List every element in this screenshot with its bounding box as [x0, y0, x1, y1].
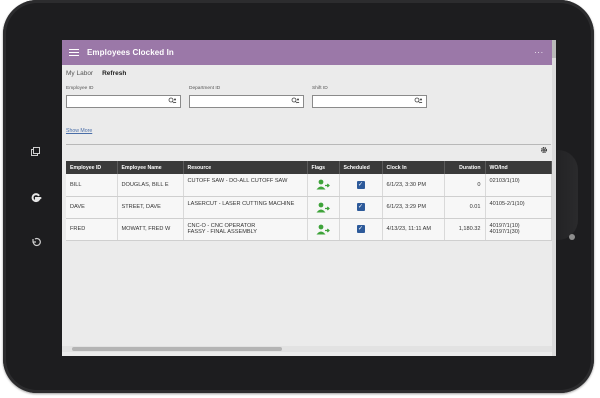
cell-employee-name: MOWATT, FRED W [117, 218, 184, 241]
cell-wo-ind: 02103/1(10) [485, 174, 552, 197]
person-arrow-icon[interactable] [307, 196, 340, 219]
scheduled-checkbox[interactable]: ✓ [339, 196, 383, 219]
table-row[interactable]: DAVE STREET, DAVE LASERCUT - LASER CUTTI… [66, 196, 552, 219]
cell-duration: 0 [444, 174, 486, 197]
cell-clock-in: 6/1/23, 3:30 PM [382, 174, 445, 197]
col-duration[interactable]: Duration [444, 161, 486, 174]
col-employee-name[interactable]: Employee Name [117, 161, 184, 174]
cell-clock-in: 6/1/23, 3:29 PM [382, 196, 445, 219]
scheduled-checkbox[interactable]: ✓ [339, 218, 383, 241]
employee-id-input[interactable] [66, 95, 181, 108]
cell-employee-id: BILL [66, 174, 118, 197]
search-people-icon[interactable] [168, 97, 177, 107]
department-id-input[interactable] [189, 95, 304, 108]
scheduled-checkbox[interactable]: ✓ [339, 174, 383, 197]
checkbox-checked-icon[interactable]: ✓ [356, 180, 365, 189]
checkbox-checked-icon[interactable]: ✓ [356, 225, 365, 233]
employee-id-label: Employee ID [66, 86, 94, 91]
resource-line: FASSY - FINAL ASSEMBLY [187, 229, 258, 235]
toolbar-tabs: My Labor Refresh [66, 70, 126, 77]
tablet-frame: Employees Clocked In ... My Labor Refres… [3, 0, 594, 393]
show-more-link[interactable]: Show More [66, 128, 92, 134]
shift-id-label: Shift ID [312, 86, 328, 91]
vertical-scroll-thumb[interactable] [552, 40, 556, 58]
person-arrow-icon[interactable] [307, 218, 340, 241]
tab-my-labor[interactable]: My Labor [66, 70, 93, 77]
horizontal-scrollbar[interactable] [62, 346, 552, 352]
shift-id-input[interactable] [312, 95, 427, 108]
col-scheduled[interactable]: Scheduled [339, 161, 383, 174]
table-row[interactable]: BILL DOUGLAS, BILL E CUTOFF SAW - DO-ALL… [66, 174, 552, 197]
cell-employee-name: STREET, DAVE [117, 196, 184, 219]
vertical-scrollbar[interactable] [552, 40, 556, 356]
refresh-button[interactable]: Refresh [102, 70, 126, 77]
cell-wo-ind: 40197/1(10) 40197/1(30) [485, 218, 552, 241]
checkbox-checked-icon[interactable]: ✓ [356, 203, 365, 211]
search-people-icon[interactable] [291, 97, 300, 107]
undo-icon[interactable] [31, 237, 41, 250]
title-bar: Employees Clocked In ... [62, 40, 552, 65]
more-options-icon[interactable]: ... [534, 46, 544, 55]
col-flags[interactable]: Flags [307, 161, 340, 174]
divider [66, 144, 551, 145]
col-resource[interactable]: Resource [183, 161, 308, 174]
department-id-label: Department ID [189, 86, 221, 91]
col-employee-id[interactable]: Employee ID [66, 161, 118, 174]
app-screen: Employees Clocked In ... My Labor Refres… [62, 40, 556, 356]
copy-icon[interactable] [31, 147, 40, 159]
wo-ind-line: 40197/1(30) [489, 229, 520, 235]
col-wo-ind[interactable]: WO/Ind [485, 161, 552, 174]
cell-resource: LASERCUT - LASER CUTTING MACHINE [183, 196, 308, 219]
cell-employee-id: FRED [66, 218, 118, 241]
table-row[interactable]: FRED MOWATT, FRED W CNC-O - CNC OPERATOR… [66, 218, 552, 241]
camera-dot [569, 234, 575, 240]
menu-icon[interactable] [69, 49, 79, 56]
gear-icon[interactable] [540, 146, 548, 156]
col-clock-in[interactable]: Clock In [382, 161, 445, 174]
horizontal-scroll-thumb[interactable] [72, 347, 282, 351]
person-arrow-icon[interactable] [307, 174, 340, 197]
cell-duration: 0.01 [444, 196, 486, 219]
cell-employee-id: DAVE [66, 196, 118, 219]
search-people-icon[interactable] [414, 97, 423, 107]
cell-resource: CUTOFF SAW - DO-ALL CUTOFF SAW [183, 174, 308, 197]
table-header-row: Employee ID Employee Name Resource Flags… [66, 161, 552, 174]
employees-table: Employee ID Employee Name Resource Flags… [66, 161, 552, 241]
page-title: Employees Clocked In [87, 48, 174, 57]
cell-duration: 1,180.32 [444, 218, 486, 241]
google-icon[interactable] [29, 191, 43, 208]
cell-clock-in: 4/13/23, 11:11 AM [382, 218, 445, 241]
cell-resource: CNC-O - CNC OPERATOR FASSY - FINAL ASSEM… [183, 218, 308, 241]
cell-employee-name: DOUGLAS, BILL E [117, 174, 184, 197]
cell-wo-ind: 40105-2/1(10) [485, 196, 552, 219]
